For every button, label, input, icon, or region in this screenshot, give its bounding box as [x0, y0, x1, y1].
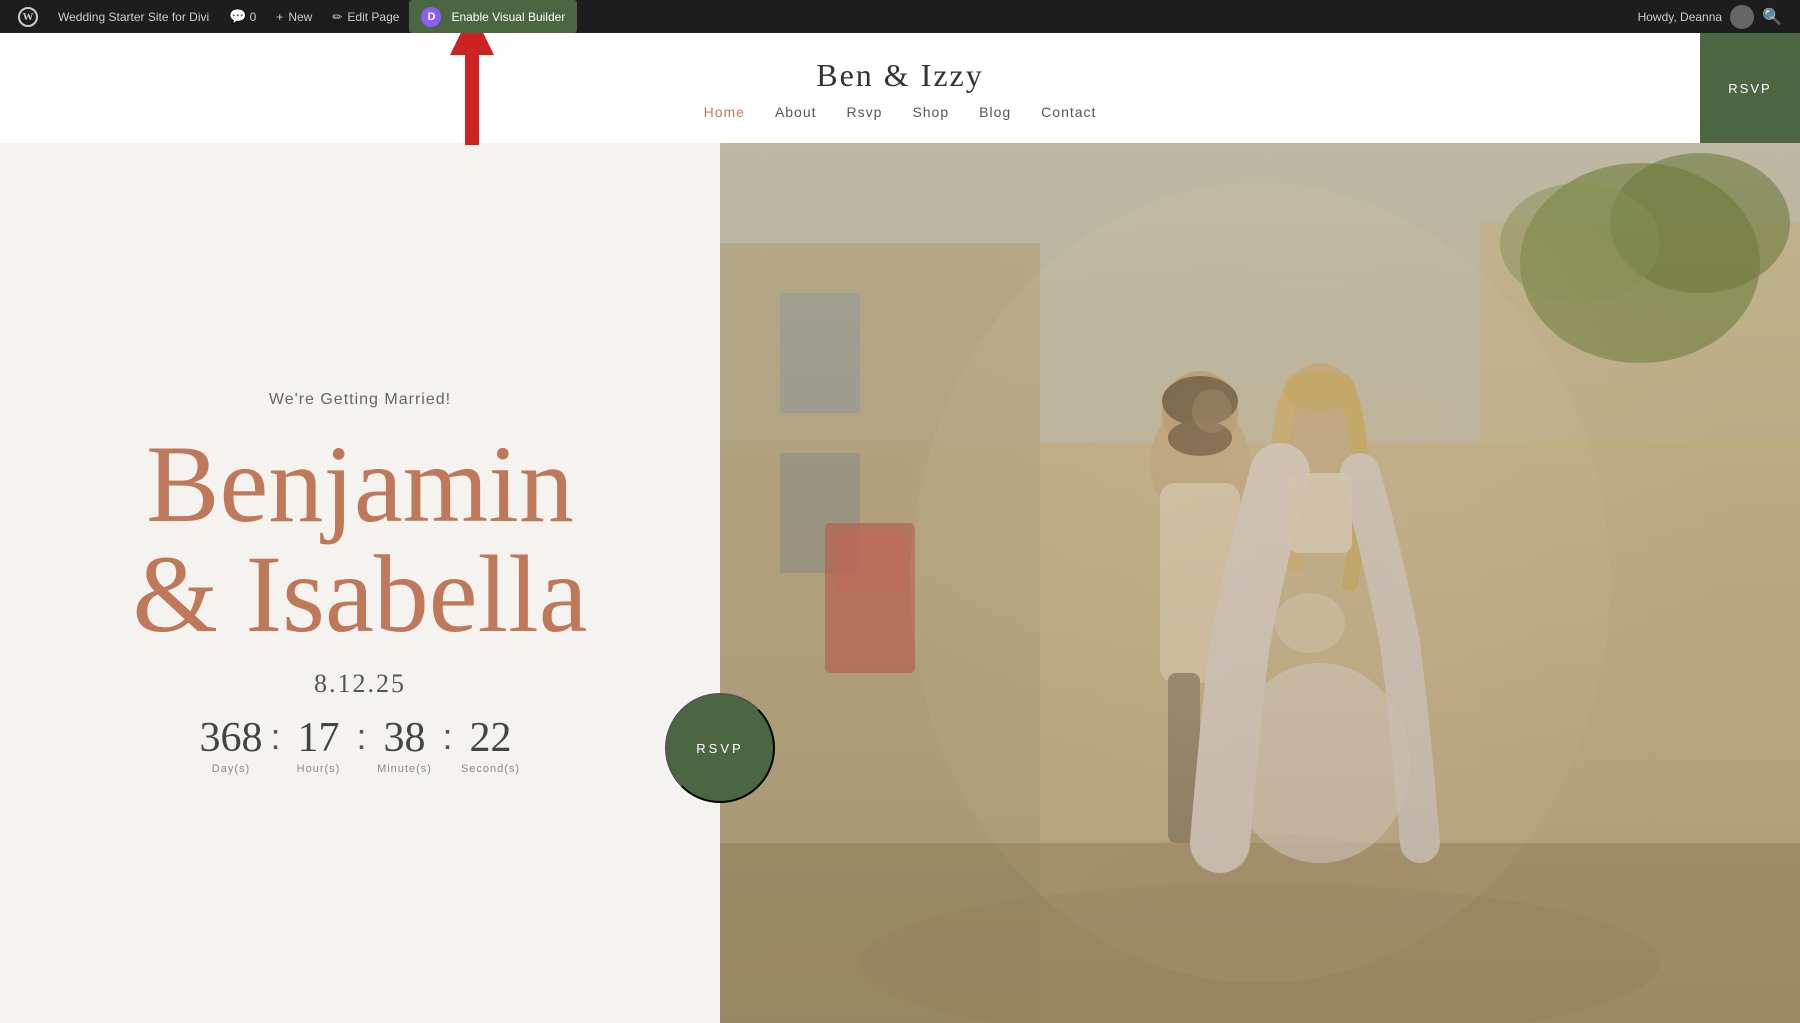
- admin-edit-page[interactable]: ✏ Edit Page: [322, 0, 409, 33]
- getting-married-text: We're Getting Married!: [269, 391, 451, 409]
- admin-comments[interactable]: 💬 0: [219, 0, 266, 33]
- seconds-value: 22: [470, 717, 512, 759]
- search-icon[interactable]: 🔍: [1762, 7, 1782, 27]
- couple-name-line2: & Isabella: [132, 533, 587, 655]
- hours-label: Hour(s): [297, 763, 341, 775]
- hero-wedding-photo: [720, 143, 1800, 1023]
- edit-icon: ✏: [332, 10, 342, 24]
- couple-name-display: Benjamin & Isabella: [132, 429, 587, 649]
- minutes-label: Minute(s): [377, 763, 432, 775]
- countdown-sep-3: :: [435, 717, 461, 757]
- plus-icon: +: [276, 10, 283, 24]
- admin-new[interactable]: + New: [266, 0, 322, 33]
- rsvp-header-button[interactable]: RSVP: [1700, 33, 1800, 143]
- admin-site-name[interactable]: Wedding Starter Site for Divi: [48, 0, 219, 33]
- countdown-sep-2: :: [348, 717, 374, 757]
- arrow-shaft: [465, 55, 479, 145]
- countdown-seconds: 22 Second(s): [461, 717, 521, 775]
- hours-value: 17: [297, 717, 339, 759]
- howdy-text: Howdy, Deanna: [1638, 10, 1723, 24]
- comment-count: 0: [250, 10, 257, 24]
- countdown-sep-1: :: [262, 717, 288, 757]
- countdown-days: 368 Day(s): [199, 717, 262, 775]
- nav-shop[interactable]: Shop: [912, 104, 949, 120]
- admin-enable-visual-builder[interactable]: D Enable Visual Builder: [409, 0, 577, 33]
- wedding-date: 8.12.25: [314, 669, 406, 699]
- countdown-hours: 17 Hour(s): [288, 717, 348, 775]
- admin-avatar[interactable]: [1730, 5, 1754, 29]
- admin-wp-logo[interactable]: W: [8, 0, 48, 33]
- minutes-value: 38: [384, 717, 426, 759]
- hero-section: We're Getting Married! Benjamin & Isabel…: [0, 143, 1800, 1023]
- site-nav: Home About Rsvp Shop Blog Contact: [704, 104, 1097, 120]
- site-name-label: Wedding Starter Site for Divi: [58, 10, 209, 24]
- hero-right-photo-panel: [720, 143, 1800, 1023]
- seconds-label: Second(s): [461, 763, 520, 775]
- enable-visual-builder-label: Enable Visual Builder: [451, 10, 565, 24]
- nav-home[interactable]: Home: [704, 104, 745, 120]
- countdown-timer: 368 Day(s) : 17 Hour(s) : 38 Minute(s) :…: [199, 717, 520, 775]
- photo-overlay: [720, 143, 1800, 1023]
- nav-about[interactable]: About: [775, 104, 817, 120]
- days-label: Day(s): [212, 763, 250, 775]
- admin-bar: W Wedding Starter Site for Divi 💬 0 + Ne…: [0, 0, 1800, 33]
- countdown-minutes: 38 Minute(s): [375, 717, 435, 775]
- wordpress-logo-icon: W: [18, 7, 38, 27]
- edit-page-label: Edit Page: [347, 10, 399, 24]
- couple-name-line1: Benjamin: [146, 423, 574, 545]
- nav-blog[interactable]: Blog: [979, 104, 1011, 120]
- divi-logo-icon: D: [421, 7, 441, 27]
- hero-left-panel: We're Getting Married! Benjamin & Isabel…: [0, 143, 720, 1023]
- site-title: Ben & Izzy: [816, 57, 984, 94]
- site-title-area: Ben & Izzy Home About Rsvp Shop Blog Con…: [704, 57, 1097, 120]
- site-header: Ben & Izzy Home About Rsvp Shop Blog Con…: [0, 33, 1800, 143]
- rsvp-circle-button[interactable]: RSVP: [665, 693, 775, 803]
- nav-rsvp[interactable]: Rsvp: [847, 104, 883, 120]
- comment-icon: 💬: [229, 8, 246, 25]
- new-label: New: [288, 10, 312, 24]
- days-value: 368: [199, 717, 262, 759]
- nav-contact[interactable]: Contact: [1041, 104, 1096, 120]
- admin-bar-right: Howdy, Deanna 🔍: [1638, 5, 1792, 29]
